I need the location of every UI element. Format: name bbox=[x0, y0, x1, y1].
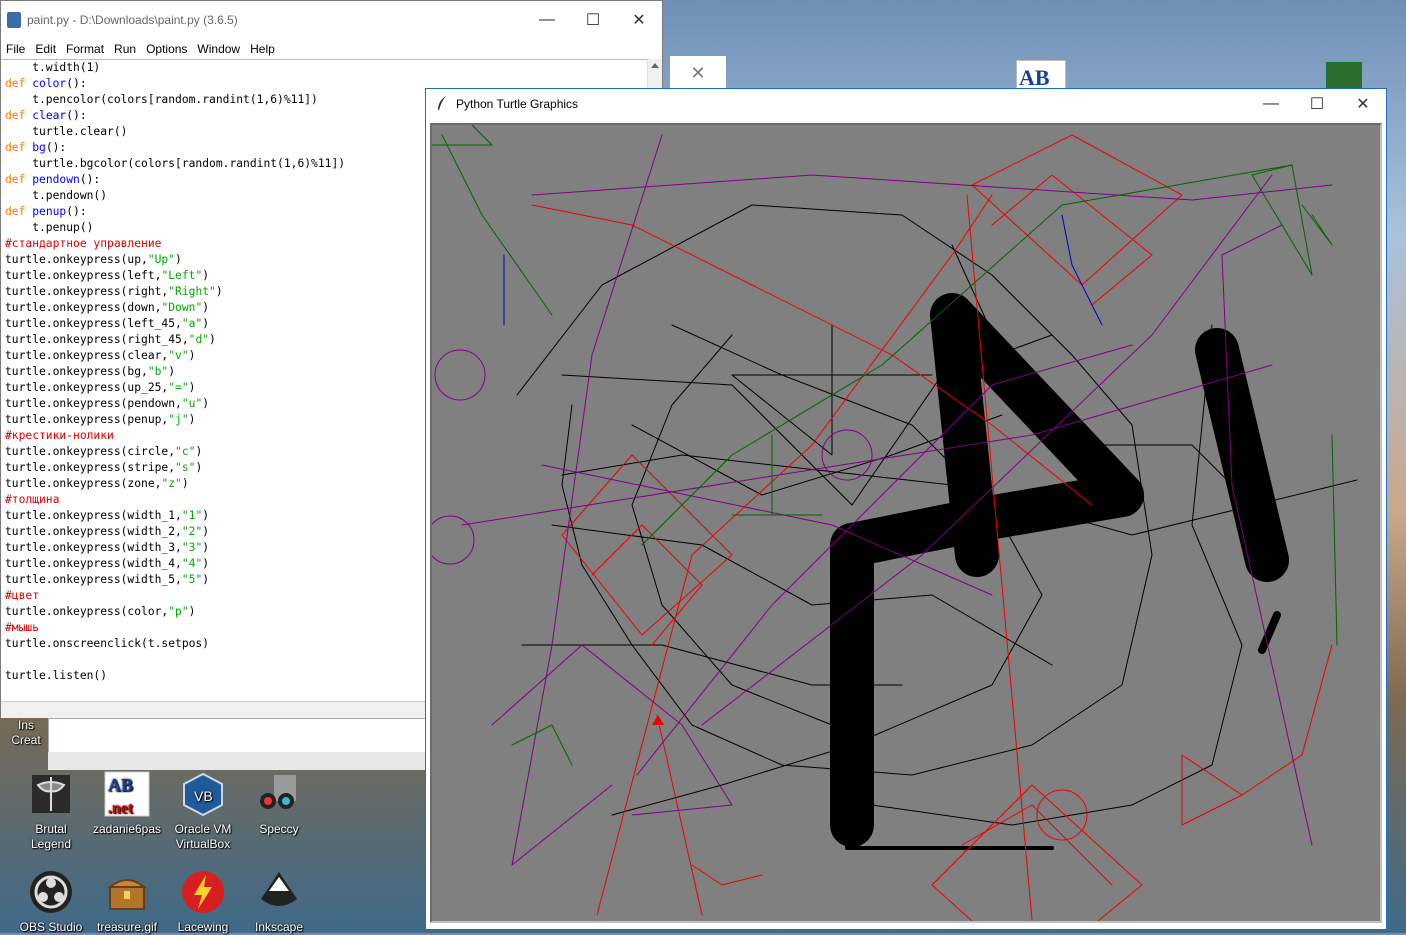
desktop-icon-lacewing[interactable]: Lacewing bbox=[166, 868, 240, 935]
svg-text:AB: AB bbox=[108, 775, 133, 795]
code-line[interactable]: def clear(): bbox=[5, 109, 87, 122]
menu-run[interactable]: Run bbox=[109, 42, 141, 56]
code-line[interactable]: turtle.onkeypress(stripe,"s") bbox=[5, 461, 202, 474]
code-line[interactable]: def color(): bbox=[5, 77, 87, 90]
code-line[interactable]: turtle.onkeypress(up_25,"=") bbox=[5, 381, 195, 394]
code-line[interactable]: #крестики-нолики bbox=[5, 429, 114, 442]
menu-help[interactable]: Help bbox=[245, 42, 280, 56]
feather-icon bbox=[436, 95, 448, 114]
thick-black-strokes bbox=[830, 293, 1289, 847]
desktop-partial-label: Ins Creat bbox=[11, 718, 41, 747]
minimize-button[interactable]: — bbox=[524, 5, 570, 35]
code-line[interactable]: #толщина bbox=[5, 493, 59, 506]
green-lines bbox=[432, 125, 1338, 766]
code-line[interactable]: turtle.onkeypress(left,"Left") bbox=[5, 269, 209, 282]
close-button[interactable]: ✕ bbox=[616, 5, 662, 35]
treasure-icon bbox=[103, 868, 151, 916]
turtle-window-title: Python Turtle Graphics bbox=[456, 97, 579, 111]
turtle-titlebar: Python Turtle Graphics — ☐ ✕ bbox=[426, 89, 1386, 119]
turtle-maximize-button[interactable]: ☐ bbox=[1294, 89, 1340, 119]
code-line[interactable]: turtle.onkeypress(width_5,"5") bbox=[5, 573, 209, 586]
abc-net-icon: AB .net bbox=[103, 770, 151, 818]
code-line[interactable]: turtle.onkeypress(left_45,"a") bbox=[5, 317, 209, 330]
menu-options[interactable]: Options bbox=[141, 42, 192, 56]
code-line[interactable]: turtle.onkeypress(bg,"b") bbox=[5, 365, 175, 378]
code-line[interactable]: turtle.onkeypress(zone,"z") bbox=[5, 477, 189, 490]
code-line[interactable]: def penup(): bbox=[5, 205, 87, 218]
menu-format[interactable]: Format bbox=[61, 42, 109, 56]
code-line[interactable]: turtle.onkeypress(clear,"v") bbox=[5, 349, 195, 362]
turtle-close-button[interactable]: ✕ bbox=[1340, 89, 1386, 119]
menu-edit[interactable]: Edit bbox=[30, 42, 61, 56]
code-line[interactable]: #цвет bbox=[5, 589, 39, 602]
code-line[interactable]: turtle.onkeypress(down,"Down") bbox=[5, 301, 209, 314]
code-line[interactable]: t.width(1) bbox=[5, 61, 100, 74]
code-line[interactable]: turtle.onkeypress(pendown,"u") bbox=[5, 397, 209, 410]
code-line[interactable]: turtle.bgcolor(colors[random.randint(1,6… bbox=[5, 157, 345, 170]
inkscape-icon bbox=[255, 868, 303, 916]
menu-file[interactable]: File bbox=[1, 42, 30, 56]
code-line[interactable]: turtle.clear() bbox=[5, 125, 127, 138]
desktop-icon-inkscape[interactable]: Inkscape bbox=[242, 868, 316, 935]
code-line[interactable]: turtle.onkeypress(right_45,"d") bbox=[5, 333, 216, 346]
code-line[interactable]: t.penup() bbox=[5, 221, 93, 234]
turtle-canvas[interactable] bbox=[430, 123, 1382, 923]
desktop-icon-brutal-legend[interactable]: Brutal Legend bbox=[14, 770, 88, 852]
svg-text:AB: AB bbox=[1019, 65, 1050, 90]
background-window-bar bbox=[48, 752, 428, 770]
code-line[interactable]: def bg(): bbox=[5, 141, 66, 154]
idle-titlebar: paint.py - D:\Downloads\paint.py (3.6.5)… bbox=[1, 1, 662, 39]
code-line[interactable]: def pendown(): bbox=[5, 173, 100, 186]
code-line[interactable]: turtle.onkeypress(right,"Right") bbox=[5, 285, 223, 298]
idle-menubar: File Edit Format Run Options Window Help bbox=[1, 39, 662, 59]
book-icon[interactable] bbox=[1326, 62, 1362, 90]
desktop-icon-obs[interactable]: OBS Studio bbox=[14, 868, 88, 935]
turtle-graphics-window: Python Turtle Graphics — ☐ ✕ bbox=[425, 88, 1387, 930]
obs-icon bbox=[27, 868, 75, 916]
svg-text:VB: VB bbox=[194, 788, 213, 804]
lightning-icon bbox=[179, 868, 227, 916]
code-line[interactable]: turtle.onkeypress(width_4,"4") bbox=[5, 557, 209, 570]
code-line[interactable]: t.pencolor(colors[random.randint(1,6)%11… bbox=[5, 93, 318, 106]
code-line[interactable]: turtle.onkeypress(up,"Up") bbox=[5, 253, 182, 266]
code-line[interactable]: #мышь bbox=[5, 621, 39, 634]
speccy-icon bbox=[255, 770, 303, 818]
code-line[interactable]: t.pendown() bbox=[5, 189, 107, 202]
code-line[interactable]: turtle.onkeypress(penup,"j") bbox=[5, 413, 195, 426]
code-line[interactable]: turtle.onkeypress(color,"p") bbox=[5, 605, 195, 618]
menu-window[interactable]: Window bbox=[192, 42, 245, 56]
blue-lines bbox=[503, 214, 1103, 326]
background-dialog-close-button[interactable]: ✕ bbox=[670, 56, 726, 90]
desktop-icon-virtualbox[interactable]: VB Oracle VM VirtualBox bbox=[166, 770, 240, 852]
code-line[interactable]: turtle.onkeypress(circle,"c") bbox=[5, 445, 202, 458]
turtle-cursor-icon bbox=[652, 715, 664, 725]
desktop-icon-zadanie6pas[interactable]: AB .net zadanie6pas bbox=[90, 770, 164, 837]
axe-icon bbox=[27, 770, 75, 818]
code-line[interactable]: turtle.onkeypress(width_3,"3") bbox=[5, 541, 209, 554]
code-line[interactable]: turtle.listen() bbox=[5, 669, 107, 682]
desktop-icon-treasure[interactable]: treasure.gif bbox=[90, 868, 164, 935]
turtle-drawing bbox=[432, 125, 1358, 921]
maximize-button[interactable]: ☐ bbox=[570, 5, 616, 35]
desktop-icon-speccy[interactable]: Speccy bbox=[242, 770, 316, 837]
scroll-up-arrow-icon[interactable] bbox=[648, 59, 662, 73]
code-line[interactable]: turtle.onkeypress(width_2,"2") bbox=[5, 525, 209, 538]
code-line[interactable]: turtle.onscreenclick(t.setpos) bbox=[5, 637, 209, 650]
idle-window-title: paint.py - D:\Downloads\paint.py (3.6.5) bbox=[27, 13, 238, 27]
svg-text:.net: .net bbox=[108, 800, 134, 817]
code-line[interactable]: turtle.onkeypress(width_1,"1") bbox=[5, 509, 209, 522]
code-line[interactable]: #стандартное управление bbox=[5, 237, 161, 250]
python-file-icon bbox=[7, 12, 21, 28]
virtualbox-icon: VB bbox=[179, 770, 227, 818]
turtle-minimize-button[interactable]: — bbox=[1248, 89, 1294, 119]
